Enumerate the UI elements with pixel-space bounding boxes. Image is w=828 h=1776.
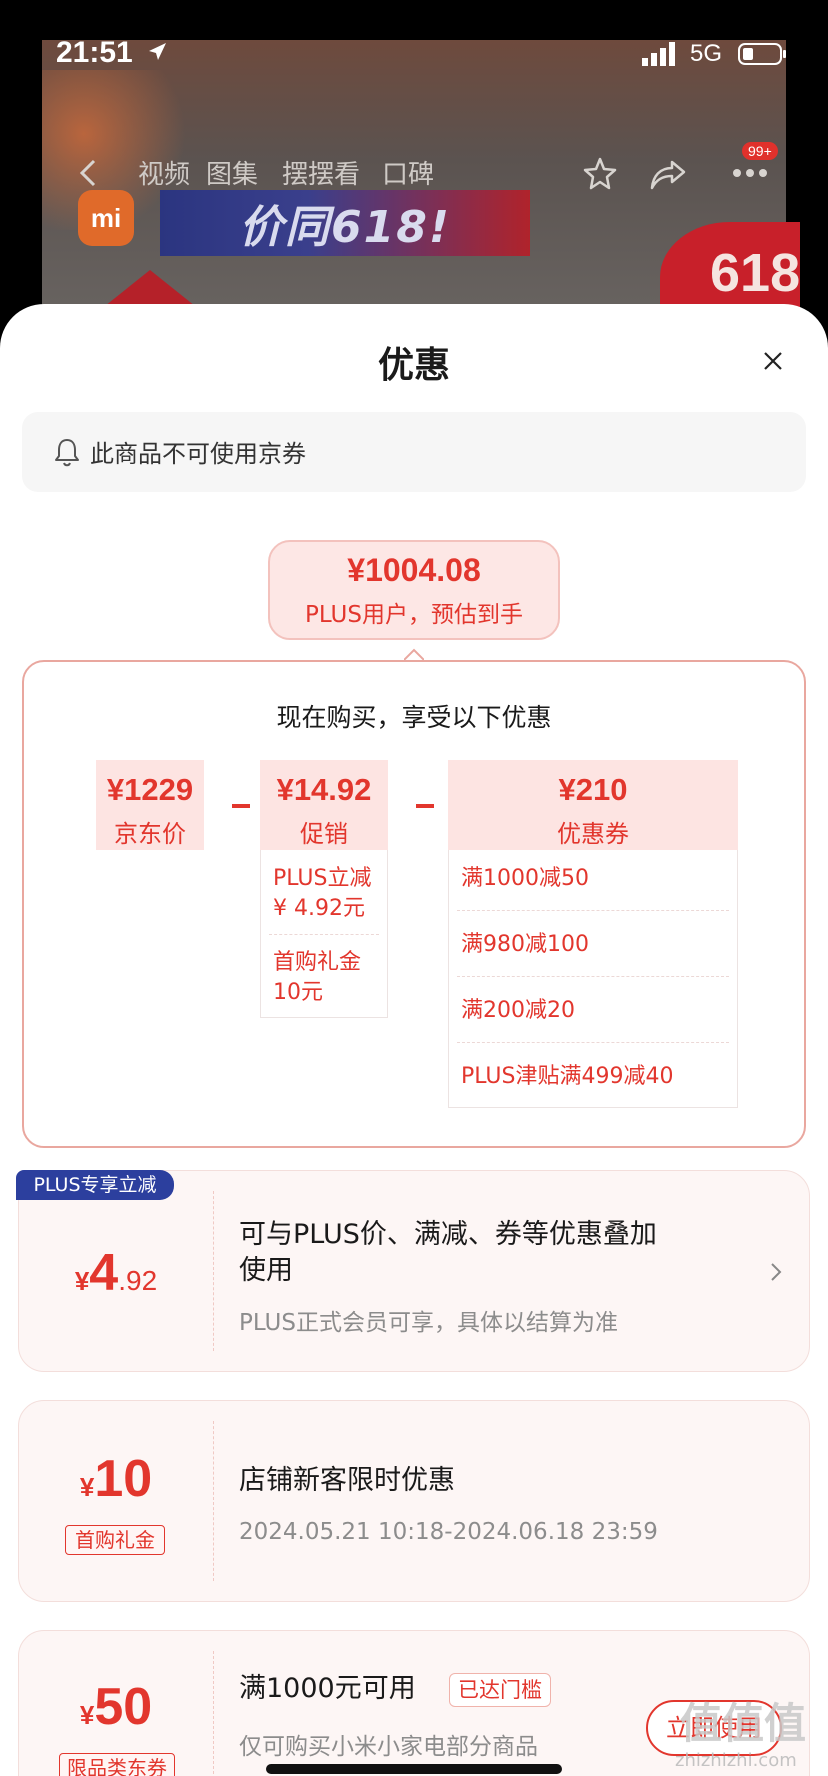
signal-icon <box>642 42 675 66</box>
share-icon[interactable] <box>650 158 686 190</box>
promo-item: PLUS立减 ¥ 4.92元 <box>261 864 387 924</box>
favorite-star-icon[interactable] <box>582 156 618 192</box>
amount-integer: 10 <box>94 1450 153 1508</box>
base-price-box: ¥1229 京东价 <box>96 760 204 850</box>
coupon-item: 满1000减50 <box>461 866 589 891</box>
bell-icon <box>55 439 79 467</box>
estimated-price: ¥1004.08 <box>347 552 481 588</box>
pointer-caret <box>404 648 424 660</box>
threshold-reached-badge: 已达门槛 <box>449 1673 551 1707</box>
card-title: 可与PLUS价、满减、券等优惠叠加 使用 <box>239 1217 657 1289</box>
coupon-notice: 此商品不可使用京券 <box>22 412 806 492</box>
plus-discount-amount: ¥4.92 <box>19 1243 213 1303</box>
location-arrow-icon <box>149 43 166 60</box>
status-bar: 21:51 5G <box>0 0 828 100</box>
coupon-price: ¥210 <box>558 772 628 807</box>
coupon-item: 满980减100 <box>461 932 589 957</box>
promo-item: 首购礼金 10元 <box>261 948 387 1008</box>
back-icon[interactable] <box>76 158 100 188</box>
card-divider <box>213 1651 214 1776</box>
coupon-box: ¥210 优惠券 <box>448 760 738 850</box>
card-validity: 2024.05.21 10:18-2024.06.18 23:59 <box>239 1519 658 1545</box>
chevron-right-icon[interactable] <box>769 1261 783 1283</box>
notice-text: 此商品不可使用京券 <box>90 440 306 468</box>
close-icon[interactable] <box>758 346 788 376</box>
promo-item-line1: PLUS立减 <box>273 866 372 891</box>
promo-label: 促销 <box>300 820 348 848</box>
promo-item-line2: ¥ 4.92元 <box>273 896 365 921</box>
card-title: 店铺新客限时优惠 <box>239 1465 455 1496</box>
dashed-separator <box>457 910 729 911</box>
tab-gallery[interactable]: 图集 <box>206 154 258 191</box>
battery-icon <box>738 43 786 65</box>
brand-logo: mi <box>78 190 134 246</box>
home-indicator[interactable] <box>266 1764 562 1774</box>
screen: 21:51 5G 视频 图集 摆摆看 口碑 99+ mi 价同618! 618 … <box>0 0 828 1776</box>
promo-box: ¥14.92 促销 <box>260 760 388 850</box>
dashed-separator <box>269 934 379 935</box>
estimated-price-label: PLUS用户，预估到手 <box>305 602 523 628</box>
network-type: 5G <box>690 40 723 67</box>
minus-sign <box>232 804 250 808</box>
dashed-separator <box>457 976 729 977</box>
card-divider <box>213 1421 214 1581</box>
price-breakdown: 现在购买，享受以下优惠 ¥1229 京东价 ¥14.92 促销 PLUS立减 ¥… <box>22 660 806 1148</box>
promo-detail-list: PLUS立减 ¥ 4.92元 首购礼金 10元 <box>260 850 388 1018</box>
watermark-logo: 值值值 <box>680 1699 807 1748</box>
currency-symbol: ¥ <box>74 1266 90 1296</box>
amount-integer: 4 <box>89 1244 119 1302</box>
estimated-price-pill: ¥1004.08 PLUS用户，预估到手 <box>268 540 560 640</box>
tab-reviews[interactable]: 口碑 <box>382 154 434 191</box>
breakdown-heading: 现在购买，享受以下优惠 <box>276 703 552 732</box>
minus-sign <box>416 804 434 808</box>
gift-amount: ¥10 <box>19 1449 213 1509</box>
amount-integer: 50 <box>94 1678 153 1736</box>
currency-symbol: ¥ <box>79 1700 95 1730</box>
base-price-label: 京东价 <box>114 820 186 848</box>
status-time: 21:51 <box>56 36 133 69</box>
coupon-amount: ¥50 <box>19 1677 213 1737</box>
promo-price: ¥14.92 <box>276 772 372 807</box>
message-count-badge: 99+ <box>742 142 778 160</box>
coupon-detail-list: 满1000减50 满980减100 满200减20 PLUS津贴满499减40 <box>448 850 738 1108</box>
tab-try[interactable]: 摆摆看 <box>282 154 360 191</box>
more-icon[interactable] <box>732 168 768 178</box>
base-price: ¥1229 <box>106 772 194 807</box>
first-purchase-label: 首购礼金 <box>65 1525 165 1555</box>
tab-video[interactable]: 视频 <box>138 154 190 191</box>
card-divider <box>213 1191 214 1351</box>
card-title: 满1000元可用 <box>239 1673 416 1704</box>
dashed-separator <box>457 1042 729 1043</box>
card-title-line2: 使用 <box>239 1255 293 1286</box>
sheet-title: 优惠 <box>377 345 450 386</box>
currency-symbol: ¥ <box>79 1472 95 1502</box>
coupon-item: PLUS津贴满499减40 <box>461 1064 674 1089</box>
promo-item-line2: 10元 <box>273 980 323 1005</box>
watermark-url: zhizhizhi.com <box>675 1750 797 1771</box>
plus-discount-card[interactable]: ¥4.92 可与PLUS价、满减、券等优惠叠加 使用 PLUS正式会员可享，具体… <box>18 1170 810 1372</box>
new-customer-card[interactable]: ¥10 首购礼金 店铺新客限时优惠 2024.05.21 10:18-2024.… <box>18 1400 810 1602</box>
amount-decimal: .92 <box>118 1265 158 1296</box>
promo-banner: 价同618! <box>160 190 530 256</box>
coupon-label: 优惠券 <box>557 820 629 848</box>
card-subtitle: PLUS正式会员可享，具体以结算为准 <box>239 1310 618 1336</box>
plus-exclusive-tag: PLUS专享立减 <box>16 1170 174 1200</box>
promo-item-line1: 首购礼金 <box>273 950 362 975</box>
card-title-line1: 可与PLUS价、满减、券等优惠叠加 <box>239 1219 657 1250</box>
category-coupon-label: 限品类东券 <box>59 1753 175 1776</box>
coupon-item: 满200减20 <box>461 998 575 1023</box>
card-subtitle: 仅可购买小米小家电部分商品 <box>239 1734 538 1760</box>
